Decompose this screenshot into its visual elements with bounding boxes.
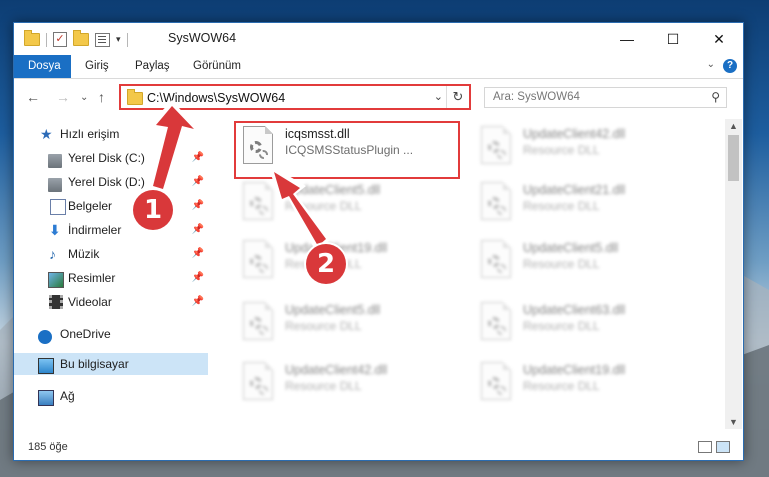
arrow-one (150, 100, 200, 194)
callout-badge-2: 2 (306, 244, 346, 284)
callout-badge-1: 1 (133, 190, 173, 230)
arrow-two (268, 164, 330, 252)
callout-arrows (150, 100, 330, 252)
